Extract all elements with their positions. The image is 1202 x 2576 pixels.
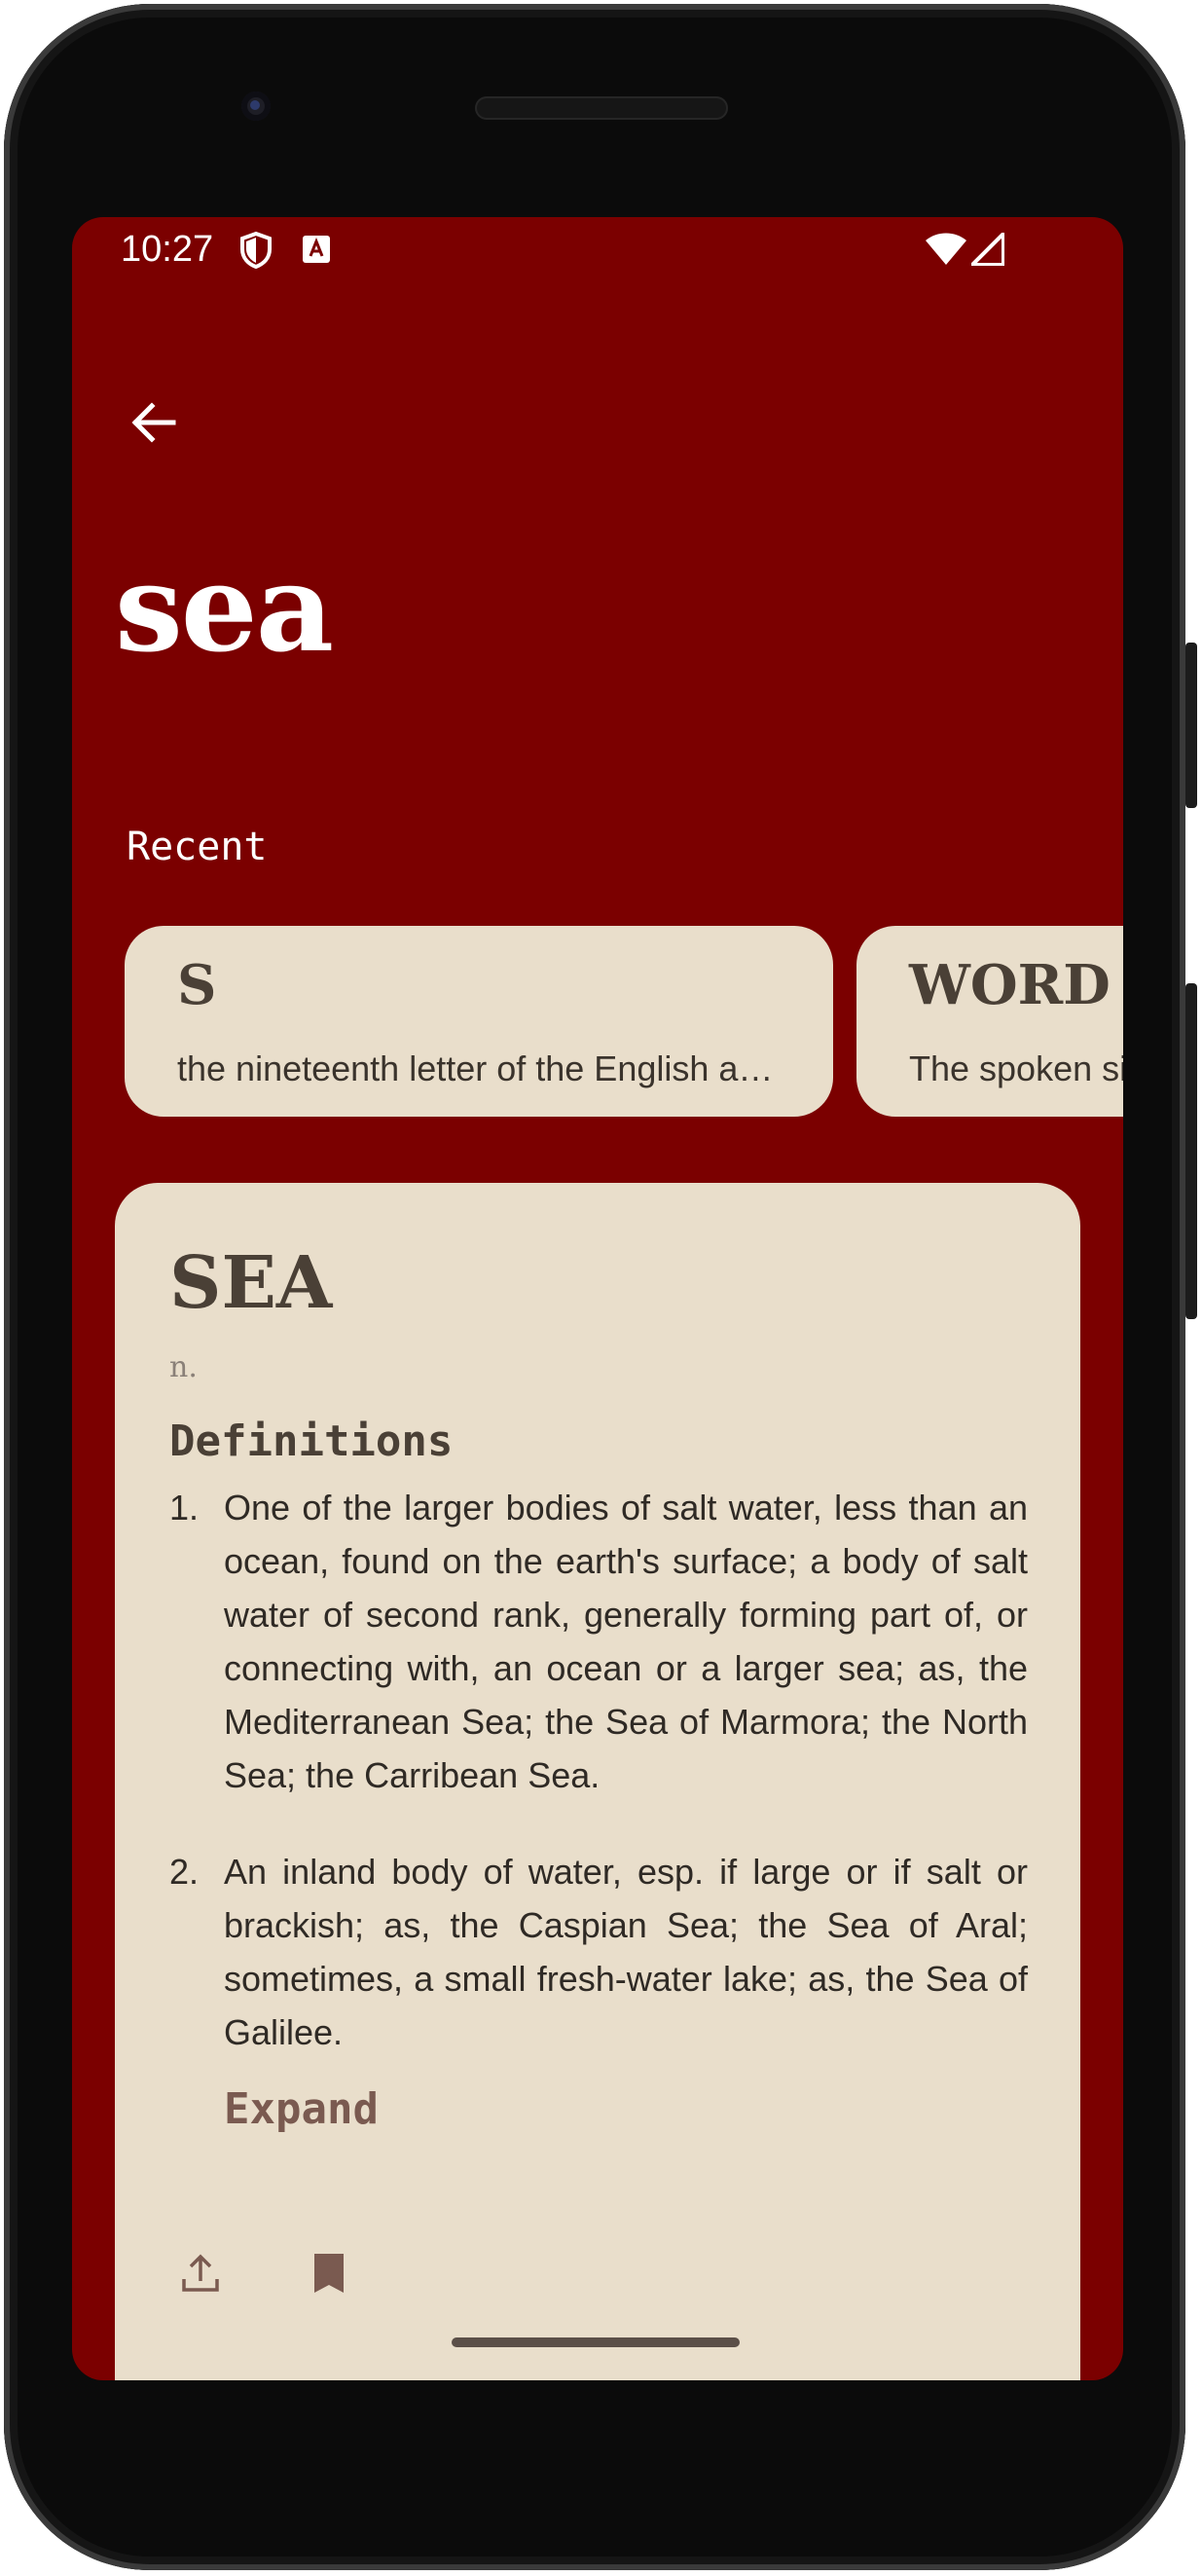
page-title: sea	[115, 538, 334, 680]
card-actions	[162, 2236, 368, 2314]
recent-card-word: WORD	[909, 953, 1111, 1017]
expand-button[interactable]: Expand	[224, 2084, 379, 2134]
bookmark-button[interactable]	[290, 2236, 368, 2314]
definition-card: SEA n. Definitions 1. One of the larger …	[115, 1183, 1080, 2380]
recent-card[interactable]: S the nineteenth letter of the English a…	[125, 926, 833, 1117]
definition-item: 1. One of the larger bodies of salt wate…	[169, 1481, 1028, 1802]
recent-heading: Recent	[127, 825, 268, 869]
front-camera	[241, 92, 271, 121]
recent-card[interactable]: WORD The spoken sign of a conception or …	[856, 926, 1123, 1117]
definitions-list: 1. One of the larger bodies of salt wate…	[169, 1481, 1028, 2102]
device-frame: 10:27 sea Recent S the nineteenth letter…	[4, 4, 1185, 2570]
share-icon	[179, 2252, 222, 2300]
entry-word: SEA	[169, 1241, 333, 1325]
recent-card-definition: The spoken sign of a conception or an id…	[909, 1049, 1123, 1088]
recent-card-definition: the nineteenth letter of the English alp…	[177, 1049, 781, 1088]
share-button[interactable]	[162, 2236, 239, 2314]
bookmark-icon	[310, 2252, 348, 2300]
earpiece-speaker	[475, 96, 728, 120]
recent-card-word: S	[177, 953, 217, 1017]
volume-button	[1185, 983, 1197, 1319]
power-button	[1185, 643, 1197, 808]
definition-number: 1.	[169, 1488, 200, 1527]
status-time: 10:27	[121, 229, 214, 270]
a11y-icon	[302, 235, 331, 269]
definition-number: 2.	[169, 1852, 200, 1892]
arrow-left-icon	[128, 397, 179, 453]
back-button[interactable]	[107, 378, 200, 471]
shield-icon	[239, 231, 273, 275]
status-bar: 10:27	[72, 217, 1123, 285]
definition-text: One of the larger bodies of salt water, …	[224, 1488, 1028, 1795]
home-indicator[interactable]	[452, 2337, 740, 2347]
app-screen: 10:27 sea Recent S the nineteenth letter…	[72, 217, 1123, 2380]
part-of-speech: n.	[169, 1350, 198, 1384]
definition-item: 2. An inland body of water, esp. if larg…	[169, 1845, 1028, 2059]
definitions-heading: Definitions	[169, 1417, 454, 1466]
signal-icon	[970, 232, 1005, 271]
recent-list[interactable]: S the nineteenth letter of the English a…	[72, 926, 1123, 1117]
wifi-icon	[925, 233, 967, 271]
definition-text: An inland body of water, esp. if large o…	[224, 1852, 1028, 2052]
